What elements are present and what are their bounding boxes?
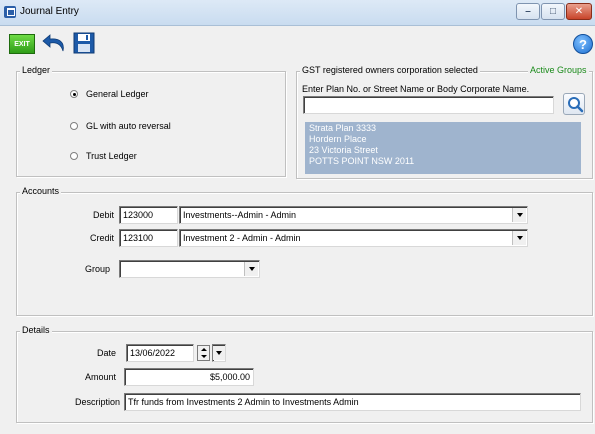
radio-gl-auto-reversal-dot[interactable] xyxy=(70,122,78,130)
chevron-down-icon[interactable] xyxy=(512,208,526,222)
search-icon xyxy=(568,97,584,113)
spin-down-icon[interactable] xyxy=(198,353,209,360)
radio-general-ledger-label: General Ledger xyxy=(86,89,149,99)
debit-account-value: Investments--Admin - Admin xyxy=(183,210,297,220)
spin-up-icon[interactable] xyxy=(198,346,209,353)
accounts-group-label: Accounts xyxy=(20,186,62,196)
radio-trust-ledger[interactable]: Trust Ledger xyxy=(70,151,137,161)
app-icon xyxy=(4,6,16,18)
save-button[interactable] xyxy=(71,31,97,55)
window-title: Journal Entry xyxy=(20,6,79,17)
undo-button[interactable] xyxy=(41,31,69,55)
chevron-down-icon[interactable] xyxy=(512,231,526,245)
debit-code-field[interactable]: 123000 xyxy=(119,206,178,224)
address-line: POTTS POINT NSW 2011 xyxy=(309,156,415,166)
group-label: Group xyxy=(84,264,110,274)
plan-search-prompt: Enter Plan No. or Street Name or Body Co… xyxy=(302,84,530,94)
radio-general-ledger[interactable]: General Ledger xyxy=(70,89,149,99)
credit-account-value: Investment 2 - Admin - Admin xyxy=(183,233,301,243)
description-label: Description xyxy=(74,397,120,407)
plan-search-input[interactable] xyxy=(303,96,554,114)
group-select[interactable] xyxy=(119,260,260,278)
undo-icon xyxy=(42,34,64,52)
address-line: 23 Victoria Street xyxy=(309,145,378,155)
maximize-button[interactable]: □ xyxy=(541,3,565,20)
selected-plan-address: Strata Plan 3333 Hordern Place 23 Victor… xyxy=(305,122,581,174)
close-button[interactable]: ✕ xyxy=(566,3,592,20)
radio-general-ledger-dot[interactable] xyxy=(70,90,78,98)
debit-label: Debit xyxy=(92,210,114,220)
chevron-down-icon[interactable] xyxy=(244,262,258,276)
title-bar[interactable]: Journal Entry – □ ✕ xyxy=(0,0,595,26)
description-field[interactable]: Tfr funds from Investments 2 Admin to In… xyxy=(124,393,581,411)
address-line: Strata Plan 3333 xyxy=(309,123,377,133)
details-group-label: Details xyxy=(20,325,52,335)
exit-button[interactable]: EXIT xyxy=(9,34,35,54)
date-label: Date xyxy=(96,348,116,358)
date-field[interactable]: 13/06/2022 xyxy=(126,344,194,362)
minimize-button[interactable]: – xyxy=(516,3,540,20)
ledger-group-label: Ledger xyxy=(20,65,53,75)
help-button[interactable]: ? xyxy=(573,34,593,54)
radio-trust-ledger-dot[interactable] xyxy=(70,152,78,160)
credit-code-field[interactable]: 123100 xyxy=(119,229,178,247)
address-line: Hordern Place xyxy=(309,134,367,144)
chevron-down-icon[interactable] xyxy=(213,346,225,360)
radio-gl-auto-reversal[interactable]: GL with auto reversal xyxy=(70,121,171,131)
active-groups-label[interactable]: Active Groups xyxy=(528,65,589,75)
credit-label: Credit xyxy=(89,233,114,243)
credit-account-select[interactable]: Investment 2 - Admin - Admin xyxy=(179,229,528,247)
radio-gl-auto-reversal-label: GL with auto reversal xyxy=(86,121,171,131)
gst-group-label: GST registered owners corporation select… xyxy=(300,65,480,75)
amount-label: Amount xyxy=(84,372,116,382)
date-spinner[interactable] xyxy=(197,345,210,361)
debit-account-select[interactable]: Investments--Admin - Admin xyxy=(179,206,528,224)
date-dropdown-button[interactable] xyxy=(212,344,226,362)
search-button[interactable] xyxy=(563,93,585,115)
radio-trust-ledger-label: Trust Ledger xyxy=(86,151,137,161)
amount-field[interactable]: $5,000.00 xyxy=(124,368,254,386)
save-icon xyxy=(73,32,95,54)
